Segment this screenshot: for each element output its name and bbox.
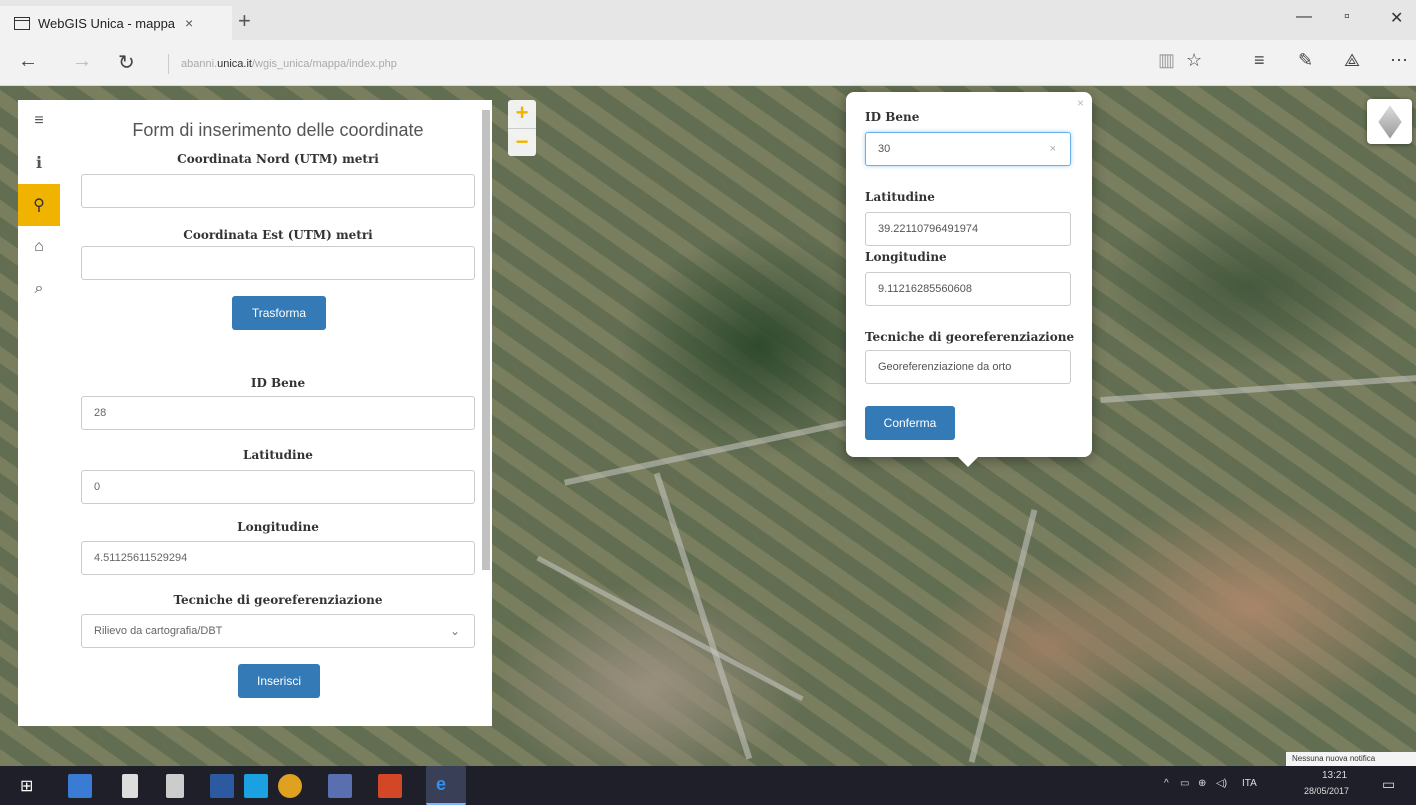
popup-id-label: ID Bene xyxy=(865,110,920,124)
url-prefix: abanni. xyxy=(181,58,218,70)
volume-icon[interactable]: ◁) xyxy=(1216,778,1227,789)
action-center-icon[interactable]: ▭ xyxy=(1382,776,1395,793)
refresh-icon[interactable]: ↻ xyxy=(118,50,135,75)
calculator-icon[interactable] xyxy=(166,774,184,798)
tech-select-value: Rilievo da cartografia/DBT xyxy=(94,625,223,637)
tray-chevron-icon[interactable]: ^ xyxy=(1164,778,1169,789)
url-field[interactable]: abanni.unica.it/wgis_unica/mappa/index.p… xyxy=(168,54,397,74)
transform-button[interactable]: Trasforma xyxy=(232,296,326,330)
powerpoint-icon[interactable] xyxy=(378,774,402,798)
tech-select[interactable]: Rilievo da cartografia/DBT ⌄ xyxy=(81,614,475,648)
web-note-icon[interactable]: ✎ xyxy=(1298,50,1313,71)
chevron-down-icon: ⌄ xyxy=(449,624,460,638)
back-icon[interactable]: ← xyxy=(18,50,38,73)
layers-icon xyxy=(1377,104,1402,139)
sidebar-tab-search[interactable]: ⌕ xyxy=(18,268,60,310)
new-tab-icon[interactable]: + xyxy=(238,8,251,34)
app-icon[interactable] xyxy=(210,774,234,798)
windows-taskbar: ⊞ e ^ ▭ ⊕ ◁) ITA 13:21 28/05/2017 ▭ xyxy=(0,766,1416,805)
minimize-icon[interactable]: — xyxy=(1296,8,1312,26)
panel-title: Form di inserimento delle coordinate xyxy=(132,120,424,140)
tab-close-icon[interactable]: × xyxy=(185,15,193,31)
sidebar-tab-home[interactable]: ⌂ xyxy=(18,226,60,268)
id-input[interactable]: 28 xyxy=(81,396,475,430)
coordinates-form-panel: Form di inserimento delle coordinate Coo… xyxy=(60,100,492,726)
sidebar-tab-menu[interactable]: ≡ xyxy=(18,100,60,142)
clock-time[interactable]: 13:21 xyxy=(1322,770,1347,781)
insert-button[interactable]: Inserisci xyxy=(238,664,320,698)
network-icon[interactable]: ⊕ xyxy=(1198,778,1206,789)
popup-lat-input[interactable]: 39.22110796491974 xyxy=(865,212,1071,246)
info-icon: ℹ xyxy=(35,155,43,172)
favorite-star-icon[interactable]: ☆ xyxy=(1186,50,1202,71)
popup-lat-label: Latitudine xyxy=(865,190,935,204)
url-domain: unica.it xyxy=(217,58,252,70)
map-marker-icon: ⚲ xyxy=(33,197,45,214)
lon-label: Longitudine xyxy=(237,520,319,534)
chrome-icon[interactable] xyxy=(278,774,302,798)
sidebar-tab-coordinates[interactable]: ⚲ xyxy=(18,184,60,226)
popup-id-value: 30 xyxy=(878,143,891,155)
tab-page-icon xyxy=(14,16,30,30)
feature-popup: × ID Bene 30 × Latitudine 39.22110796491… xyxy=(846,92,1092,467)
north-label: Coordinata Nord (UTM) metri xyxy=(177,152,379,166)
popup-id-input[interactable]: 30 × xyxy=(865,132,1071,166)
lat-input[interactable]: 0 xyxy=(81,470,475,504)
zoom-out-button[interactable]: − xyxy=(508,128,536,156)
hub-icon[interactable]: ≡ xyxy=(1254,50,1265,71)
zoom-control: + − xyxy=(508,100,536,156)
file-explorer-icon[interactable] xyxy=(68,774,92,798)
office-app-icon[interactable] xyxy=(328,774,352,798)
east-label: Coordinata Est (UTM) metri xyxy=(183,228,373,242)
id-label: ID Bene xyxy=(250,376,306,390)
more-icon[interactable]: ⋯ xyxy=(1390,50,1408,71)
map-road xyxy=(1100,374,1416,404)
url-path: /wgis_unica/mappa/index.php xyxy=(251,58,397,70)
search-icon: ⌕ xyxy=(34,280,44,297)
battery-icon[interactable]: ▭ xyxy=(1180,778,1189,789)
map-road xyxy=(968,509,1038,763)
skype-icon[interactable] xyxy=(244,774,268,798)
browser-tab[interactable]: WebGIS Unica - mappa × xyxy=(0,6,232,40)
lat-label: Latitudine xyxy=(243,448,313,462)
panel-scrollbar[interactable] xyxy=(482,110,490,570)
language-indicator[interactable]: ITA xyxy=(1242,778,1257,789)
east-input[interactable] xyxy=(81,246,475,280)
edge-taskbar-item[interactable]: e xyxy=(426,766,466,805)
popup-lon-label: Longitudine xyxy=(865,250,947,264)
address-bar: ← → ↻ abanni.unica.it/wgis_unica/mappa/i… xyxy=(0,40,1416,86)
clock-date[interactable]: 28/05/2017 xyxy=(1304,786,1349,796)
tech-label: Tecniche di georeferenziazione xyxy=(173,593,383,607)
north-input[interactable] xyxy=(81,174,475,208)
windows-start-icon[interactable]: ⊞ xyxy=(20,776,33,796)
forward-icon[interactable]: → xyxy=(72,50,92,73)
zoom-in-button[interactable]: + xyxy=(508,100,536,128)
layers-button[interactable] xyxy=(1367,99,1412,144)
map-road xyxy=(536,555,804,702)
menu-icon: ≡ xyxy=(34,112,44,129)
clear-icon[interactable]: × xyxy=(1050,133,1056,165)
map-road xyxy=(653,472,753,760)
reading-view-icon[interactable]: ▥ xyxy=(1158,50,1175,71)
popup-close-icon[interactable]: × xyxy=(1077,96,1084,110)
share-icon[interactable]: ⟁ xyxy=(1344,50,1360,71)
sidebar-tabs: ≡ ℹ ⚲ ⌂ ⌕ xyxy=(18,100,60,726)
notification-text: Nessuna nuova notifica xyxy=(1286,752,1416,766)
sidebar-tab-info[interactable]: ℹ xyxy=(18,142,60,184)
tab-title: WebGIS Unica - mappa xyxy=(38,15,176,31)
store-icon[interactable] xyxy=(122,774,138,798)
popup-lon-input[interactable]: 9.11216285560608 xyxy=(865,272,1071,306)
popup-tech-label: Tecniche di georeferenziazione xyxy=(865,330,1075,344)
confirm-button[interactable]: Conferma xyxy=(865,406,955,440)
home-icon: ⌂ xyxy=(34,238,44,255)
lon-input[interactable]: 4.51125611529294 xyxy=(81,541,475,575)
popup-tech-input[interactable]: Georeferenziazione da orto xyxy=(865,350,1071,384)
window-close-icon[interactable]: ✕ xyxy=(1390,8,1403,28)
edge-icon: e xyxy=(436,774,447,794)
maximize-icon[interactable]: ▫ xyxy=(1344,8,1350,26)
browser-titlebar: WebGIS Unica - mappa × + — ▫ ✕ xyxy=(0,0,1416,40)
